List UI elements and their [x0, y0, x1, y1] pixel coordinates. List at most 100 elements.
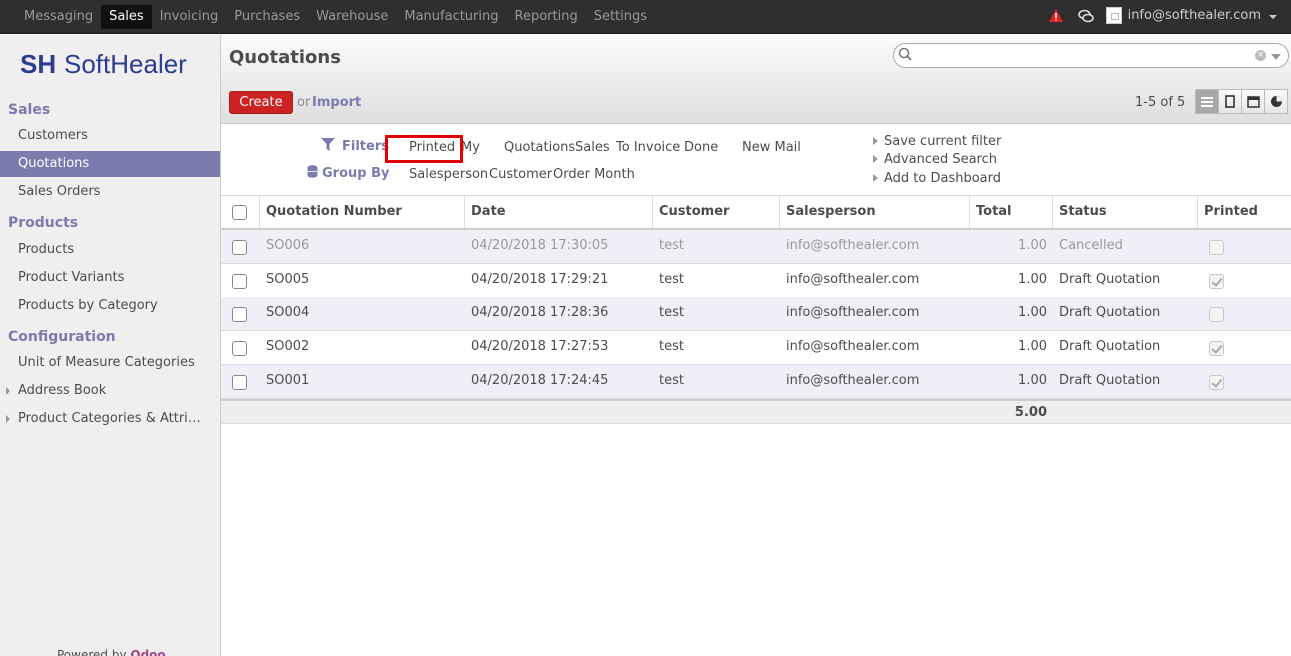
- cell-quotation-number: SO001: [266, 373, 310, 388]
- top-menu-manufacturing[interactable]: Manufacturing: [396, 5, 506, 29]
- sidebar-item-address-book[interactable]: Address Book: [0, 378, 220, 404]
- column-customer[interactable]: Customer: [652, 196, 780, 228]
- table-row[interactable]: SO001 04/20/2018 17:24:45 test info@soft…: [221, 365, 1291, 399]
- list-view-button[interactable]: [1195, 89, 1219, 114]
- filter-icon: [321, 138, 335, 151]
- cell-printed-checkbox: [1209, 274, 1224, 289]
- column-quotation-number[interactable]: Quotation Number: [259, 196, 465, 228]
- sidebar-item-product-variants[interactable]: Product Variants: [0, 265, 220, 291]
- cell-salesperson: info@softhealer.com: [786, 272, 920, 287]
- kanban-view-button[interactable]: [1218, 89, 1242, 114]
- top-menu-invoicing[interactable]: Invoicing: [152, 5, 227, 29]
- table-footer-totals: 5.00: [221, 399, 1291, 424]
- list-view-icon: [1201, 96, 1213, 107]
- triangle-right-icon: [873, 137, 878, 145]
- search-options-chevron-icon[interactable]: [1271, 54, 1281, 60]
- powered-by: Powered by Odoo: [57, 648, 166, 656]
- cell-salesperson: info@softhealer.com: [786, 238, 920, 253]
- sidebar-item-uom-categories[interactable]: Unit of Measure Categories: [0, 350, 220, 376]
- sidebar-item-products[interactable]: Products: [0, 237, 220, 263]
- top-menu-purchases[interactable]: Purchases: [226, 5, 308, 29]
- top-menu-warehouse[interactable]: Warehouse: [308, 5, 396, 29]
- filter-sales[interactable]: Sales: [575, 140, 610, 155]
- user-menu-email[interactable]: info@softhealer.com: [1128, 8, 1261, 23]
- table-row[interactable]: SO006 04/20/2018 17:30:05 test info@soft…: [221, 230, 1291, 264]
- sidebar-item-sales-orders[interactable]: Sales Orders: [0, 179, 220, 205]
- control-panel: Quotations × Create or Import 1-5 of 5: [221, 35, 1291, 124]
- warning-icon[interactable]: [1048, 8, 1064, 24]
- column-date[interactable]: Date: [464, 196, 653, 228]
- cell-total: 1.00: [1018, 272, 1047, 287]
- cell-quotation-number: SO005: [266, 272, 310, 287]
- filter-to-invoice[interactable]: To Invoice: [616, 140, 680, 155]
- sidebar: SH SoftHealer Sales Customers Quotations…: [0, 35, 221, 656]
- filter-new-mail[interactable]: New Mail: [742, 140, 801, 155]
- softhealer-logo: SH SoftHealer: [20, 49, 187, 79]
- sidebar-item-products-by-category[interactable]: Products by Category: [0, 293, 220, 319]
- cell-date: 04/20/2018 17:27:53: [471, 339, 609, 354]
- import-link[interactable]: Import: [312, 95, 361, 110]
- page-title: Quotations: [229, 47, 341, 68]
- graph-view-icon: [1270, 96, 1282, 107]
- odoo-link[interactable]: Odoo: [130, 648, 165, 656]
- filter-quotations[interactable]: Quotations: [504, 140, 575, 155]
- table-row[interactable]: SO002 04/20/2018 17:27:53 test info@soft…: [221, 331, 1291, 365]
- table-row[interactable]: SO005 04/20/2018 17:29:21 test info@soft…: [221, 264, 1291, 298]
- chat-icon[interactable]: [1077, 8, 1094, 24]
- sidebar-section-configuration: Configuration: [8, 329, 116, 345]
- advanced-search[interactable]: Advanced Search: [873, 152, 997, 167]
- top-menu-settings[interactable]: Settings: [586, 5, 655, 29]
- top-menu-messaging[interactable]: Messaging: [16, 5, 101, 29]
- search-box[interactable]: ×: [893, 43, 1289, 68]
- kanban-view-icon: [1225, 95, 1235, 108]
- group-customer[interactable]: Customer: [489, 167, 552, 182]
- cell-customer: test: [659, 373, 684, 388]
- cell-salesperson: info@softhealer.com: [786, 339, 920, 354]
- cell-customer: test: [659, 305, 684, 320]
- column-total[interactable]: Total: [969, 196, 1053, 228]
- group-order-month[interactable]: Order Month: [553, 167, 635, 182]
- row-select-checkbox[interactable]: [232, 307, 247, 322]
- cell-customer: test: [659, 339, 684, 354]
- pager-value[interactable]: 1-5 of 5: [1135, 95, 1185, 110]
- sum-total: 5.00: [1014, 405, 1047, 420]
- cell-total: 1.00: [1018, 238, 1047, 253]
- top-menu-reporting[interactable]: Reporting: [507, 5, 586, 29]
- row-select-checkbox[interactable]: [232, 274, 247, 289]
- filter-my[interactable]: My: [461, 140, 480, 155]
- view-switcher: [1195, 89, 1288, 114]
- cell-quotation-number: SO006: [266, 238, 310, 253]
- clear-search-icon[interactable]: ×: [1255, 50, 1266, 61]
- cell-total: 1.00: [1018, 339, 1047, 354]
- or-label: or: [297, 95, 311, 110]
- cell-quotation-number: SO002: [266, 339, 310, 354]
- top-menu-sales[interactable]: Sales: [101, 5, 152, 29]
- cell-status: Draft Quotation: [1059, 272, 1161, 287]
- filters-label: Filters: [342, 139, 389, 154]
- sidebar-item-product-categories[interactable]: Product Categories & Attri…: [0, 406, 220, 432]
- column-salesperson[interactable]: Salesperson: [779, 196, 970, 228]
- cell-date: 04/20/2018 17:30:05: [471, 238, 609, 253]
- calendar-view-button[interactable]: [1241, 89, 1265, 114]
- cell-customer: test: [659, 238, 684, 253]
- row-select-checkbox[interactable]: [232, 341, 247, 356]
- group-salesperson[interactable]: Salesperson: [409, 167, 488, 182]
- graph-view-button[interactable]: [1264, 89, 1288, 114]
- filter-done[interactable]: Done: [684, 140, 718, 155]
- column-printed[interactable]: Printed: [1197, 196, 1291, 228]
- table-row[interactable]: SO004 04/20/2018 17:28:36 test info@soft…: [221, 297, 1291, 331]
- select-all-checkbox[interactable]: [232, 205, 247, 220]
- search-input[interactable]: [916, 47, 1256, 65]
- create-button[interactable]: Create: [229, 91, 293, 114]
- chevron-down-icon[interactable]: [1269, 14, 1277, 19]
- search-filter-panel: Filters Group By Printed My Quotations S…: [221, 124, 1291, 196]
- row-select-checkbox[interactable]: [232, 375, 247, 390]
- sidebar-item-quotations[interactable]: Quotations: [0, 151, 220, 177]
- add-to-dashboard[interactable]: Add to Dashboard: [873, 171, 1001, 186]
- cell-printed-checkbox: [1209, 307, 1224, 322]
- save-current-filter[interactable]: Save current filter: [873, 134, 1001, 149]
- sidebar-item-customers[interactable]: Customers: [0, 123, 220, 149]
- column-status[interactable]: Status: [1052, 196, 1198, 228]
- row-select-checkbox[interactable]: [232, 240, 247, 255]
- avatar[interactable]: [1105, 7, 1122, 24]
